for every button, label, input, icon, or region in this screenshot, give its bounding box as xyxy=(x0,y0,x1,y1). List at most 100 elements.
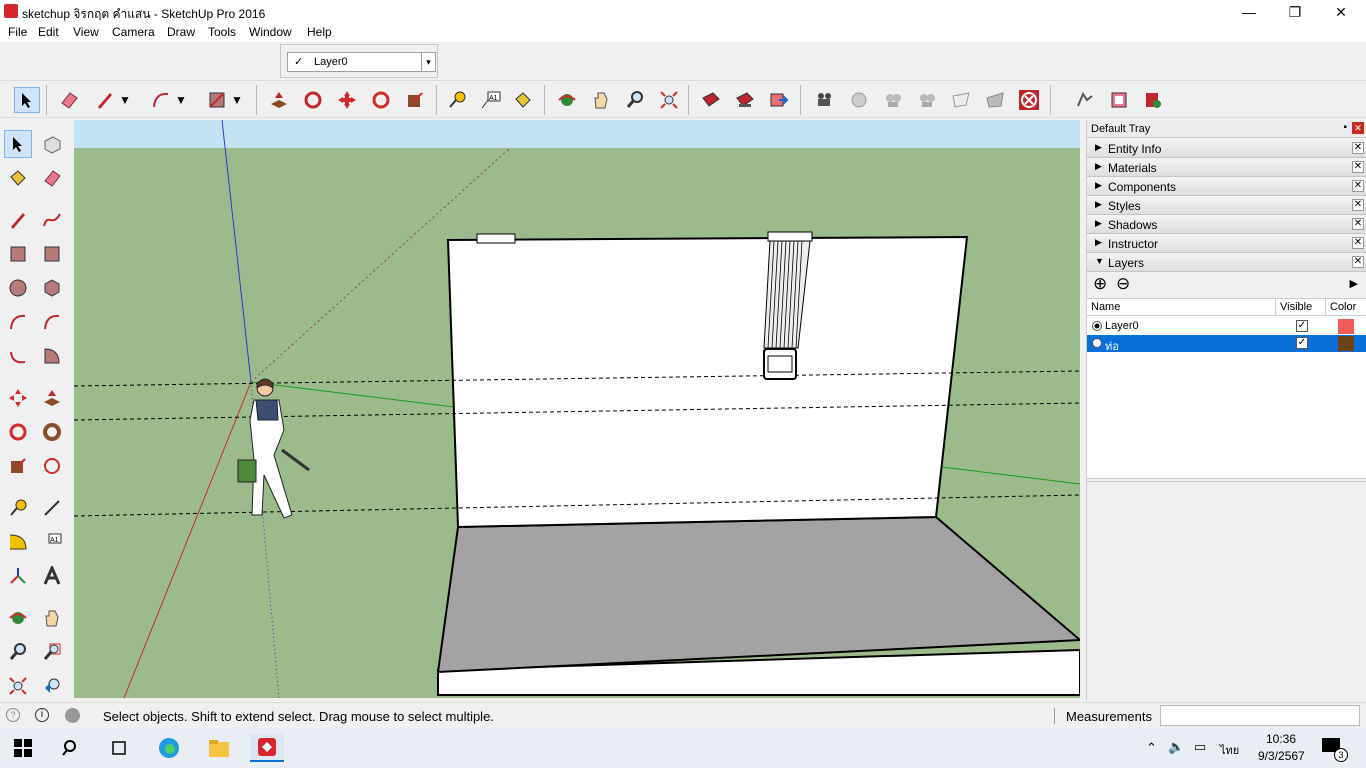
rectangle-icon[interactable] xyxy=(204,87,230,113)
menu-view[interactable]: View xyxy=(73,25,99,39)
menu-tools[interactable]: Tools xyxy=(208,25,236,39)
windows-start-icon[interactable] xyxy=(6,734,40,762)
panel-shadows[interactable]: ▶ Shadows ✕ xyxy=(1087,215,1366,234)
components-icon[interactable] xyxy=(732,87,758,113)
panel-close-icon[interactable]: ✕ xyxy=(1352,142,1364,154)
push-pull-icon[interactable] xyxy=(266,87,292,113)
layer-select[interactable]: ✓ Layer0 ▾ xyxy=(287,52,436,72)
arc-dropdown-icon[interactable]: ▼ xyxy=(174,87,188,113)
panel-close-icon[interactable]: ✕ xyxy=(1352,218,1364,230)
3d-text-tool-icon[interactable] xyxy=(38,562,66,590)
eraser-icon[interactable] xyxy=(56,87,82,113)
panel-close-icon[interactable]: ✕ xyxy=(1352,180,1364,192)
rotate-tool-icon[interactable] xyxy=(4,418,32,446)
delete-icon[interactable] xyxy=(1016,87,1042,113)
menu-window[interactable]: Window xyxy=(249,25,292,39)
show-hidden-icons[interactable]: ⌃ xyxy=(1146,740,1157,756)
pencil-icon[interactable] xyxy=(92,87,118,113)
rectangle-dropdown-icon[interactable]: ▼ xyxy=(230,87,244,113)
arc-tool-icon[interactable] xyxy=(4,308,32,336)
search-icon[interactable] xyxy=(54,734,88,762)
panel-entity-info[interactable]: ▶ Entity Info ✕ xyxy=(1087,139,1366,158)
tray-splitter[interactable] xyxy=(1087,478,1366,482)
paint-bucket-icon[interactable] xyxy=(510,87,536,113)
warehouse-icon[interactable] xyxy=(698,87,724,113)
task-view-icon[interactable] xyxy=(102,734,136,762)
eraser-tool-icon[interactable] xyxy=(38,164,66,192)
three-point-arc-icon[interactable] xyxy=(4,342,32,370)
two-point-arc-icon[interactable] xyxy=(38,308,66,336)
scale-tool-icon[interactable] xyxy=(4,452,32,480)
panel-styles[interactable]: ▶ Styles ✕ xyxy=(1087,196,1366,215)
rectangle-tool-icon[interactable] xyxy=(4,240,32,268)
active-layer-radio[interactable] xyxy=(1092,338,1102,348)
previous-view-tool-icon[interactable] xyxy=(38,672,66,700)
file-explorer-icon[interactable] xyxy=(202,734,236,762)
make-component-icon[interactable] xyxy=(38,130,66,158)
clock-time[interactable]: 10:36 xyxy=(1266,732,1296,746)
select-tool-icon[interactable] xyxy=(4,130,32,158)
layer-color-swatch[interactable] xyxy=(1338,319,1354,334)
zoom-window-tool-icon[interactable] xyxy=(38,638,66,666)
section-plane-icon[interactable] xyxy=(948,87,974,113)
look-around-icon[interactable] xyxy=(880,87,906,113)
panel-close-icon[interactable]: ✕ xyxy=(1352,237,1364,249)
close-button[interactable]: ✕ xyxy=(1318,0,1364,24)
panel-layers[interactable]: ▼ Layers ✕ xyxy=(1087,253,1366,272)
panel-close-icon[interactable]: ✕ xyxy=(1352,256,1364,268)
language-indicator[interactable]: ไทย xyxy=(1220,741,1239,759)
model-viewport[interactable] xyxy=(74,120,1080,698)
select-icon[interactable] xyxy=(14,87,40,113)
menu-edit[interactable]: Edit xyxy=(38,25,59,39)
layout-icon[interactable] xyxy=(1106,87,1132,113)
geolocation-icon[interactable]: ? xyxy=(6,708,20,722)
panel-close-icon[interactable]: ✕ xyxy=(1352,199,1364,211)
line-tool-icon[interactable] xyxy=(4,206,32,234)
layer-row[interactable]: Layer0 ✓ xyxy=(1087,318,1366,335)
pan-tool-icon[interactable] xyxy=(38,604,66,632)
chevron-down-icon[interactable]: ▾ xyxy=(421,53,435,71)
info-icon[interactable]: i xyxy=(35,708,49,722)
pencil-dropdown-icon[interactable]: ▼ xyxy=(118,87,132,113)
zoom-icon[interactable] xyxy=(622,87,648,113)
walk-icon[interactable] xyxy=(914,87,940,113)
circle-tool-icon[interactable] xyxy=(4,274,32,302)
sketchup-taskbar-icon[interactable] xyxy=(250,734,284,762)
maximize-button[interactable]: ❐ xyxy=(1272,0,1318,24)
rotated-rectangle-icon[interactable] xyxy=(38,240,66,268)
panel-instructor[interactable]: ▶ Instructor ✕ xyxy=(1087,234,1366,253)
offset-tool-icon[interactable] xyxy=(38,452,66,480)
tape-measure-icon[interactable] xyxy=(444,87,470,113)
follow-me-tool-icon[interactable] xyxy=(38,418,66,446)
zoom-tool-icon[interactable] xyxy=(4,638,32,666)
layer-color-swatch[interactable] xyxy=(1338,336,1354,351)
menu-file[interactable]: File xyxy=(8,25,27,39)
orbit-icon[interactable] xyxy=(554,87,580,113)
text-tool-icon[interactable]: A1 xyxy=(38,528,66,556)
zoom-extents-icon[interactable] xyxy=(656,87,682,113)
tray-close-icon[interactable]: ✕ xyxy=(1352,122,1364,134)
pie-tool-icon[interactable] xyxy=(38,342,66,370)
text-icon[interactable]: A1 xyxy=(478,87,504,113)
move-tool-icon[interactable] xyxy=(4,384,32,412)
menu-camera[interactable]: Camera xyxy=(112,25,155,39)
network-icon[interactable]: ▭ xyxy=(1194,739,1206,755)
dimension-tool-icon[interactable] xyxy=(38,494,66,522)
section-display-icon[interactable] xyxy=(982,87,1008,113)
position-camera-icon[interactable] xyxy=(846,87,872,113)
panel-components[interactable]: ▶ Components ✕ xyxy=(1087,177,1366,196)
layer-name[interactable]: Layer0 xyxy=(1105,320,1139,332)
extension-icon[interactable] xyxy=(1140,87,1166,113)
pan-icon[interactable] xyxy=(588,87,614,113)
clock-date[interactable]: 9/3/2567 xyxy=(1258,749,1305,763)
layer-name[interactable]: ท่อ xyxy=(1105,337,1119,355)
remove-layer-icon[interactable]: ⊖ xyxy=(1116,274,1130,294)
panel-close-icon[interactable]: ✕ xyxy=(1352,161,1364,173)
user-icon[interactable] xyxy=(65,708,80,723)
arc-icon[interactable] xyxy=(148,87,174,113)
menu-help[interactable]: Help xyxy=(307,25,332,39)
measurements-input[interactable] xyxy=(1160,705,1360,726)
panel-materials[interactable]: ▶ Materials ✕ xyxy=(1087,158,1366,177)
edge-browser-icon[interactable] xyxy=(152,734,186,762)
column-color[interactable]: Color xyxy=(1326,299,1366,316)
